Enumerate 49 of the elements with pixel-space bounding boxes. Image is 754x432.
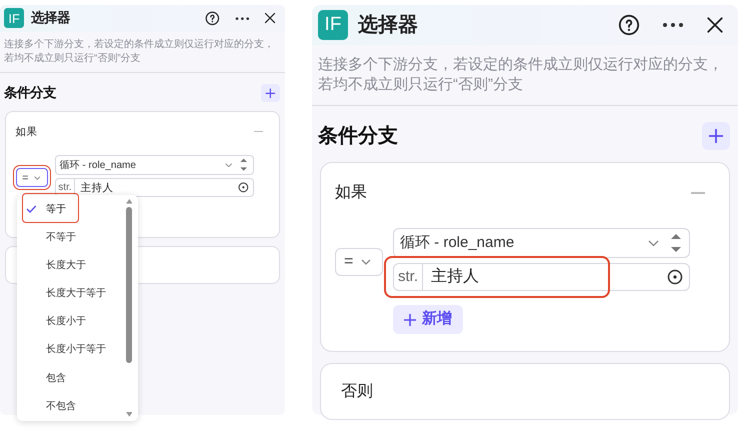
add-condition-button[interactable]: 新增 [393, 305, 463, 334]
add-branch-button[interactable] [261, 84, 280, 102]
highlight-frame [22, 192, 79, 224]
dropdown-option[interactable]: 不等于 [17, 223, 138, 252]
section-title: 条件分支 [318, 124, 398, 149]
operator-select[interactable]: = [335, 248, 383, 276]
panel-title: 选择器 [30, 9, 70, 28]
close-icon[interactable] [264, 12, 276, 24]
description: 连接多个下游分支，若设定的条件成立则仅运行对应的分支，若均不成立则只运行“否则”分支 [3, 38, 276, 66]
dropdown-option[interactable]: 长度大于等于 [17, 280, 138, 308]
scrollbar-thumb[interactable] [126, 207, 132, 363]
operator-select[interactable]: = [16, 168, 48, 188]
dropdown-option[interactable]: 等于 [17, 195, 138, 224]
dropdown-option[interactable]: 长度小于等于 [17, 336, 138, 364]
plus-icon [265, 88, 276, 98]
chevron-down-icon [225, 162, 232, 168]
check-icon [26, 205, 38, 214]
branch-label: 如果 [335, 183, 367, 203]
help-icon[interactable] [205, 11, 220, 26]
value-field[interactable]: str. 主持人 [393, 263, 690, 291]
value-field[interactable]: str. 主持人 [54, 178, 254, 198]
chevron-down-icon [361, 259, 372, 265]
scroll-down-icon[interactable] [126, 412, 132, 417]
branch-label: 如果 [16, 124, 38, 140]
more-icon[interactable] [234, 16, 250, 22]
variable-select[interactable]: 循环 - role_name [54, 155, 254, 176]
panel-title: 选择器 [358, 13, 418, 38]
add-branch-button[interactable] [702, 122, 730, 150]
dropdown-option[interactable]: 不包含 [17, 392, 138, 420]
chevron-down-icon [34, 176, 40, 180]
more-icon[interactable] [662, 21, 684, 29]
variable-select[interactable]: 循环 - role_name [393, 228, 690, 258]
close-icon[interactable] [706, 16, 724, 34]
chevron-down-icon [648, 240, 659, 246]
help-icon[interactable] [618, 14, 640, 36]
target-icon[interactable] [238, 182, 249, 194]
plus-icon [404, 314, 416, 326]
node-logo: IF [318, 10, 348, 40]
type-tag: str. [394, 264, 424, 290]
node-logo: IF [4, 8, 24, 28]
section-title: 条件分支 [4, 84, 56, 102]
branch-label: 否则 [341, 382, 373, 402]
dropdown-option[interactable]: 包含 [17, 364, 138, 392]
target-icon[interactable] [667, 269, 683, 285]
scroll-up-icon[interactable] [126, 199, 132, 204]
dropdown-option[interactable]: 长度大于 [17, 251, 138, 280]
plus-icon [708, 128, 724, 144]
description: 连接多个下游分支，若设定的条件成立则仅运行对应的分支，若均不成立则只运行“否则”分支 [317, 55, 724, 95]
dropdown-option[interactable]: 长度小于 [17, 308, 138, 336]
